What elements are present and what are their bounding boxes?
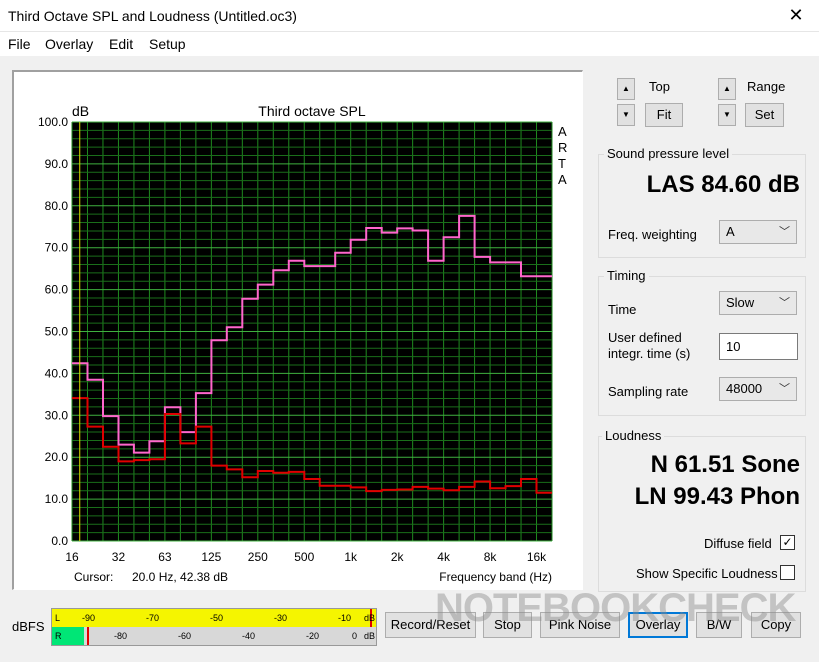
loudness-group-title: Loudness [602, 428, 665, 443]
x-tick-label: 250 [248, 550, 268, 564]
menu-overlay[interactable]: Overlay [45, 36, 93, 52]
y-tick-label: 100.0 [38, 115, 68, 129]
integr-label-2: integr. time (s) [608, 346, 691, 361]
meter-tick: -50 [210, 613, 224, 623]
watermark: NOTEBOOKCHECK [435, 586, 796, 630]
spl-chart[interactable]: 100.0 90.0 80.0 70.0 60.0 50.0 40.0 30.0 20.0 10.… [14, 72, 582, 589]
range-label: Range [747, 79, 786, 94]
sampling-rate-label: Sampling rate [608, 384, 689, 399]
x-tick-label: 63 [158, 550, 172, 564]
menu-file[interactable]: File [8, 36, 31, 52]
title-bar: Third Octave SPL and Loudness (Untitled.… [0, 0, 819, 32]
top-down-icon[interactable]: ▼ [617, 104, 635, 126]
plot-title: Third octave SPL [258, 103, 366, 119]
menu-edit[interactable]: Edit [109, 36, 133, 52]
freq-weighting-label: Freq. weighting [608, 227, 697, 242]
top-label: Top [649, 79, 670, 94]
y-axis-label: dB [72, 103, 89, 119]
x-tick-label: 32 [112, 550, 126, 564]
chevron-down-icon: ﹀ [779, 226, 790, 238]
x-axis-label: Frequency band (Hz) [439, 570, 552, 584]
x-tick-label: 8k [484, 550, 498, 564]
y-tick-label: 90.0 [45, 157, 69, 171]
side-label-letter: A [558, 124, 567, 139]
meter-r: R [55, 631, 62, 641]
specific-loudness-checkbox[interactable] [780, 565, 795, 580]
chevron-down-icon: ﹀ [779, 297, 790, 309]
y-tick-label: 60.0 [45, 283, 69, 297]
freq-weighting-select[interactable]: A ﹀ [719, 220, 797, 244]
meter-scale-right [52, 627, 376, 645]
x-tick-label: 16 [65, 550, 79, 564]
x-tick-label: 16k [527, 550, 547, 564]
y-tick-label: 80.0 [45, 199, 69, 213]
meter-tick: 0 [352, 631, 358, 641]
top-up-icon[interactable]: ▲ [617, 78, 635, 100]
meter-tick: -20 [306, 631, 320, 641]
meter-tick: -70 [146, 613, 160, 623]
side-label-letter: R [558, 140, 567, 155]
time-value: Slow [726, 295, 755, 310]
meter-tick: -30 [274, 613, 288, 623]
sampling-rate-value: 48000 [726, 381, 763, 396]
spl-group-title: Sound pressure level [604, 146, 733, 161]
meter-tick: -80 [114, 631, 128, 641]
loudness-ln-value: LN 99.43 Phon [634, 483, 800, 510]
x-tick-label: 125 [201, 550, 221, 564]
loudness-n-value: N 61.51 Sone [650, 451, 800, 478]
diffuse-field-label: Diffuse field [704, 536, 772, 551]
range-down-icon[interactable]: ▼ [718, 104, 736, 126]
cursor-label: Cursor: [74, 570, 113, 584]
set-button[interactable]: Set [745, 103, 784, 127]
plot-frame: 100.0 90.0 80.0 70.0 60.0 50.0 40.0 30.0 20.0 10.… [12, 70, 583, 590]
x-tick-label: 2k [391, 550, 405, 564]
close-icon[interactable]: ✕ [773, 0, 819, 32]
diffuse-field-checkbox[interactable]: ✓ [780, 535, 795, 550]
y-tick-label: 70.0 [45, 241, 69, 255]
dbfs-label: dBFS [12, 619, 45, 634]
integr-label-1: User defined [608, 330, 682, 345]
meter-peak-right [87, 627, 89, 645]
meter-db: dB [364, 613, 376, 623]
integr-time-input[interactable]: 10 [719, 333, 798, 360]
menu-bar: File Overlay Edit Setup [0, 32, 819, 56]
window-title: Third Octave SPL and Loudness (Untitled.… [8, 8, 297, 24]
y-tick-label: 50.0 [45, 325, 69, 339]
level-meter: L -90 -70 -50 -30 -10 dB R -80 -60 -40 -… [51, 608, 377, 646]
freq-weighting-value: A [726, 224, 735, 239]
y-tick-label: 10.0 [45, 492, 69, 506]
y-tick-label: 30.0 [45, 408, 69, 422]
x-tick-label: 500 [294, 550, 314, 564]
x-tick-label: 1k [344, 550, 358, 564]
sampling-rate-select[interactable]: 48000 ﹀ [719, 377, 797, 401]
meter-l: L [55, 613, 61, 623]
meter-tick: -90 [82, 613, 96, 623]
las-value: LAS 84.60 dB [646, 171, 800, 198]
fit-button[interactable]: Fit [645, 103, 683, 127]
range-up-icon[interactable]: ▲ [718, 78, 736, 100]
timing-group-title: Timing [604, 268, 649, 283]
cursor-value: 20.0 Hz, 42.38 dB [132, 570, 228, 584]
meter-tick: -10 [338, 613, 352, 623]
x-tick-label: 4k [437, 550, 451, 564]
time-select[interactable]: Slow ﹀ [719, 291, 797, 315]
menu-setup[interactable]: Setup [149, 36, 186, 52]
y-tick-label: 0.0 [51, 534, 68, 548]
meter-tick: -40 [242, 631, 256, 641]
side-label-letter: T [558, 156, 566, 171]
meter-tick: -60 [178, 631, 192, 641]
meter-db: dB [364, 631, 376, 641]
chevron-down-icon: ﹀ [779, 383, 790, 395]
y-tick-label: 40.0 [45, 366, 69, 380]
time-label: Time [608, 302, 637, 317]
side-label-letter: A [558, 172, 567, 187]
y-tick-label: 20.0 [45, 450, 69, 464]
specific-loudness-label: Show Specific Loudness [636, 566, 778, 581]
